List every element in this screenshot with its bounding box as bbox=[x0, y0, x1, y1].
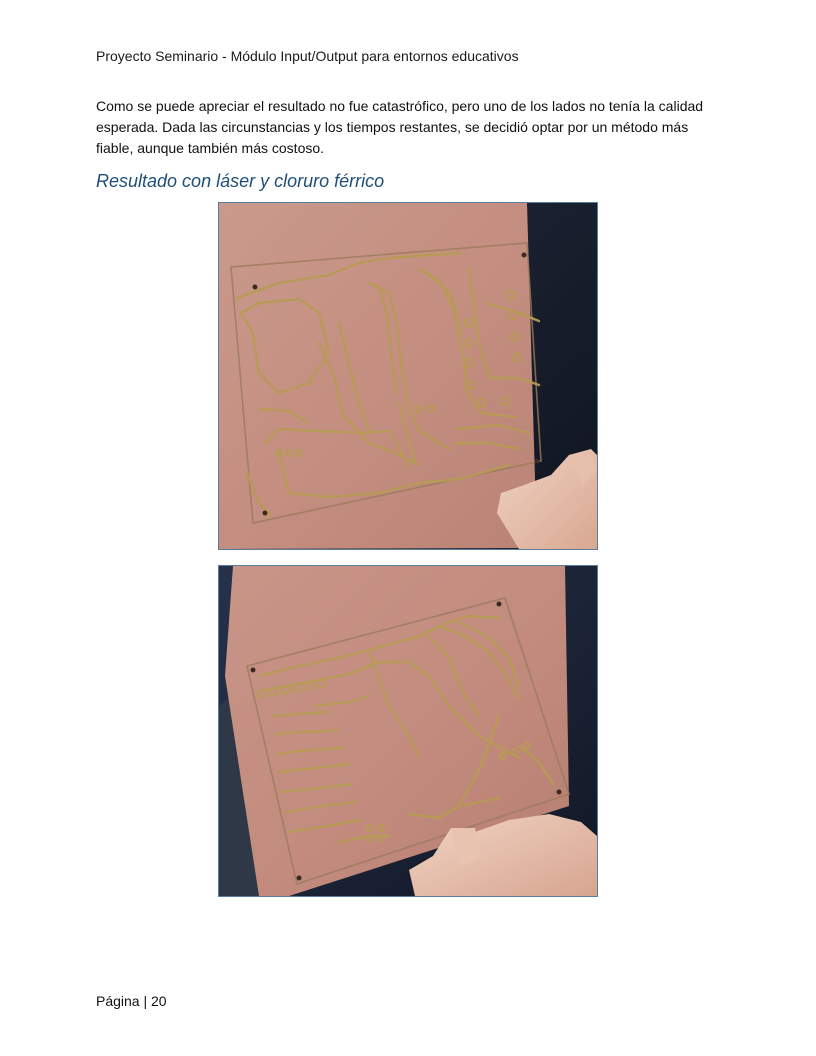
section-heading: Resultado con láser y cloruro férrico bbox=[96, 171, 385, 191]
pcb-photo-front bbox=[218, 202, 598, 550]
pcb-photo-back bbox=[218, 565, 598, 897]
body-paragraph: Como se puede apreciar el resultado no f… bbox=[96, 98, 704, 156]
page-header: Proyecto Seminario - Módulo Input/Output… bbox=[96, 48, 519, 64]
page-number: Página | 20 bbox=[96, 993, 167, 1009]
